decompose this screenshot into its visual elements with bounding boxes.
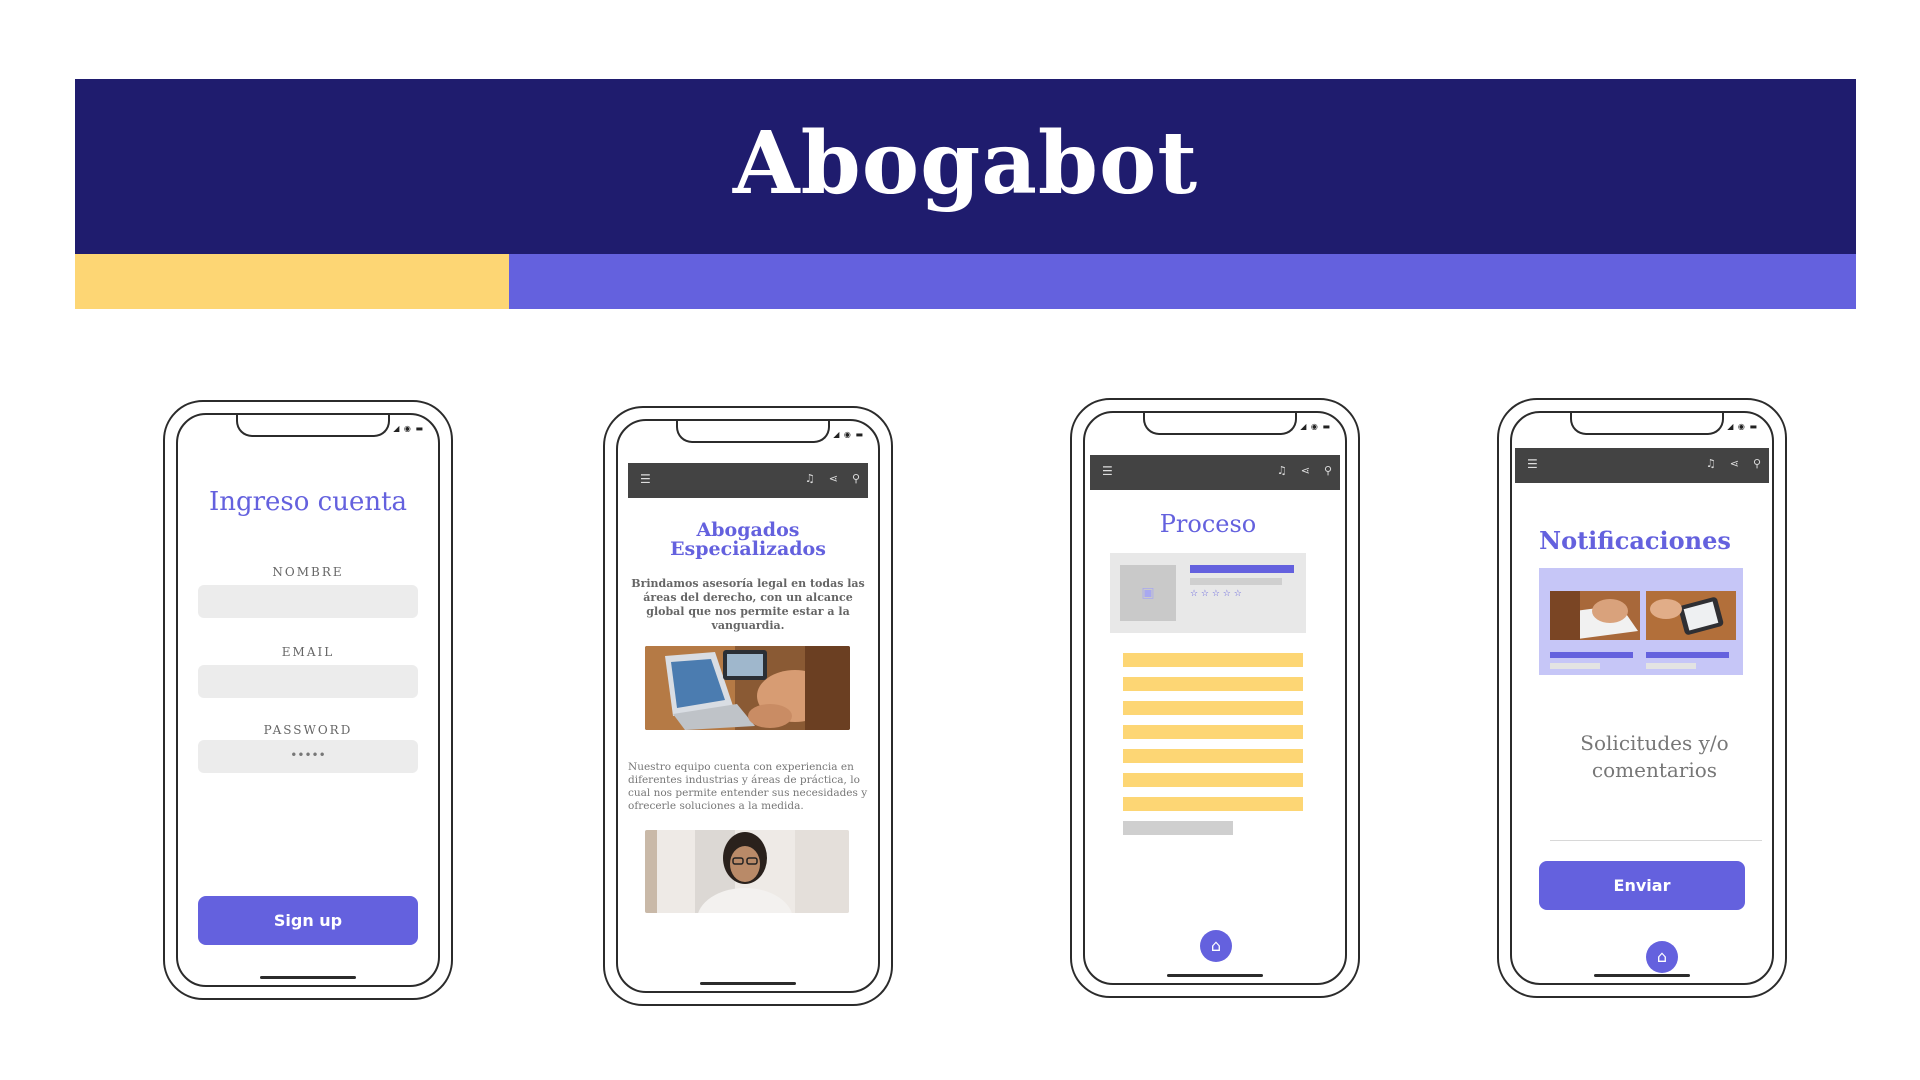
notifications-screen: ◢ ◉ ▬ ☰ ♫ ⋖ ⚲ Notificaciones Solicitudes…: [1510, 411, 1774, 985]
header-banner: Abogabot: [75, 79, 1856, 254]
home-indicator: [1167, 974, 1263, 977]
lawyers-screen: ◢ ◉ ▬ ☰ ♫ ⋖ ⚲ Abogados Especializados Brin…: [616, 419, 880, 993]
menu-icon[interactable]: ☰: [1527, 457, 1538, 471]
card-subtitle-bar: [1190, 578, 1282, 585]
status-icons: ◢ ◉ ▬: [1300, 422, 1331, 431]
bell-icon[interactable]: ♫: [1277, 464, 1287, 477]
process-step: [1123, 749, 1303, 763]
home-indicator: [260, 976, 356, 979]
bell-icon[interactable]: ♫: [805, 472, 815, 485]
login-screen: ◢ ◉ ▬ Ingreso cuenta NOMBRE EMAIL PASSWO…: [176, 413, 440, 987]
status-icons: ◢ ◉ ▬: [393, 424, 424, 433]
home-indicator: [700, 982, 796, 985]
search-icon[interactable]: ⚲: [1753, 457, 1761, 470]
rating-stars: ☆ ☆ ☆ ☆ ☆: [1190, 589, 1242, 599]
gallery-caption-bar: [1646, 663, 1696, 669]
phone-process: ◢ ◉ ▬ ☰ ♫ ⋖ ⚲ Proceso ▣ ☆ ☆ ☆ ☆ ☆ ⌂: [1070, 398, 1360, 998]
gallery-caption-bar: [1550, 663, 1600, 669]
password-label: PASSWORD: [263, 723, 353, 737]
phone-login: ◢ ◉ ▬ Ingreso cuenta NOMBRE EMAIL PASSWO…: [163, 400, 453, 1000]
lawyer-photo: [645, 830, 849, 913]
gallery-title-bar: [1646, 652, 1729, 658]
name-label: NOMBRE: [272, 565, 344, 579]
login-title: Ingreso cuenta: [208, 487, 408, 517]
accent-stripe-purple: [509, 254, 1856, 309]
bell-icon[interactable]: ♫: [1706, 457, 1716, 470]
phone-notch: [236, 415, 390, 437]
menu-icon[interactable]: ☰: [1102, 464, 1113, 478]
home-icon[interactable]: ⌂: [1200, 930, 1232, 962]
accent-stripe-yellow: [75, 254, 509, 309]
input-underline: [1550, 840, 1762, 841]
process-step: [1123, 797, 1303, 811]
signup-button[interactable]: Sign up: [198, 896, 418, 945]
app-bar: ☰ ♫ ⋖ ⚲: [1090, 455, 1340, 490]
status-icons: ◢ ◉ ▬: [1727, 422, 1758, 431]
phone-notch: [1570, 413, 1724, 435]
laptop-photo: [645, 646, 850, 730]
image-icon: ▣: [1120, 565, 1176, 621]
lawyers-title: Abogados Especializados: [670, 519, 826, 560]
search-icon[interactable]: ⚲: [1324, 464, 1332, 477]
process-screen: ◢ ◉ ▬ ☰ ♫ ⋖ ⚲ Proceso ▣ ☆ ☆ ☆ ☆ ☆ ⌂: [1083, 411, 1347, 985]
process-footer-bar: [1123, 821, 1233, 835]
home-icon[interactable]: ⌂: [1646, 941, 1678, 973]
card-title-bar: [1190, 565, 1294, 573]
share-icon[interactable]: ⋖: [829, 472, 838, 485]
phone-notch: [1143, 413, 1297, 435]
process-step: [1123, 725, 1303, 739]
process-step: [1123, 677, 1303, 691]
app-title: Abogabot: [732, 113, 1199, 214]
email-input[interactable]: [198, 665, 418, 698]
process-step: [1123, 653, 1303, 667]
phone-lawyers: ◢ ◉ ▬ ☰ ♫ ⋖ ⚲ Abogados Especializados Brin…: [603, 406, 893, 1006]
share-icon[interactable]: ⋖: [1301, 464, 1310, 477]
menu-icon[interactable]: ☰: [640, 472, 651, 486]
home-indicator: [1594, 974, 1690, 977]
phone-notifications: ◢ ◉ ▬ ☰ ♫ ⋖ ⚲ Notificaciones Solicitudes…: [1497, 398, 1787, 998]
app-bar: ☰ ♫ ⋖ ⚲: [1515, 448, 1769, 483]
email-label: EMAIL: [281, 645, 335, 659]
app-bar: ☰ ♫ ⋖ ⚲: [628, 463, 868, 498]
requests-textarea[interactable]: Solicitudes y/o comentarios: [1537, 730, 1772, 784]
gallery-title-bar: [1550, 652, 1633, 658]
name-input[interactable]: [198, 585, 418, 618]
phone-notch: [676, 421, 830, 443]
search-icon[interactable]: ⚲: [852, 472, 860, 485]
lawyers-intro: Brindamos asesoría legal en todas las ár…: [631, 577, 865, 632]
send-button[interactable]: Enviar: [1539, 861, 1745, 910]
status-icons: ◢ ◉ ▬: [833, 430, 864, 439]
password-input[interactable]: •••••: [198, 740, 418, 773]
process-title: Proceso: [1159, 510, 1257, 538]
notifications-title: Notificaciones: [1539, 526, 1731, 555]
notification-gallery: [1539, 568, 1743, 675]
process-step: [1123, 701, 1303, 715]
share-icon[interactable]: ⋖: [1730, 457, 1739, 470]
process-card[interactable]: ▣ ☆ ☆ ☆ ☆ ☆: [1110, 553, 1306, 633]
lawyers-body: Nuestro equipo cuenta con experiencia en…: [628, 761, 868, 812]
process-step: [1123, 773, 1303, 787]
